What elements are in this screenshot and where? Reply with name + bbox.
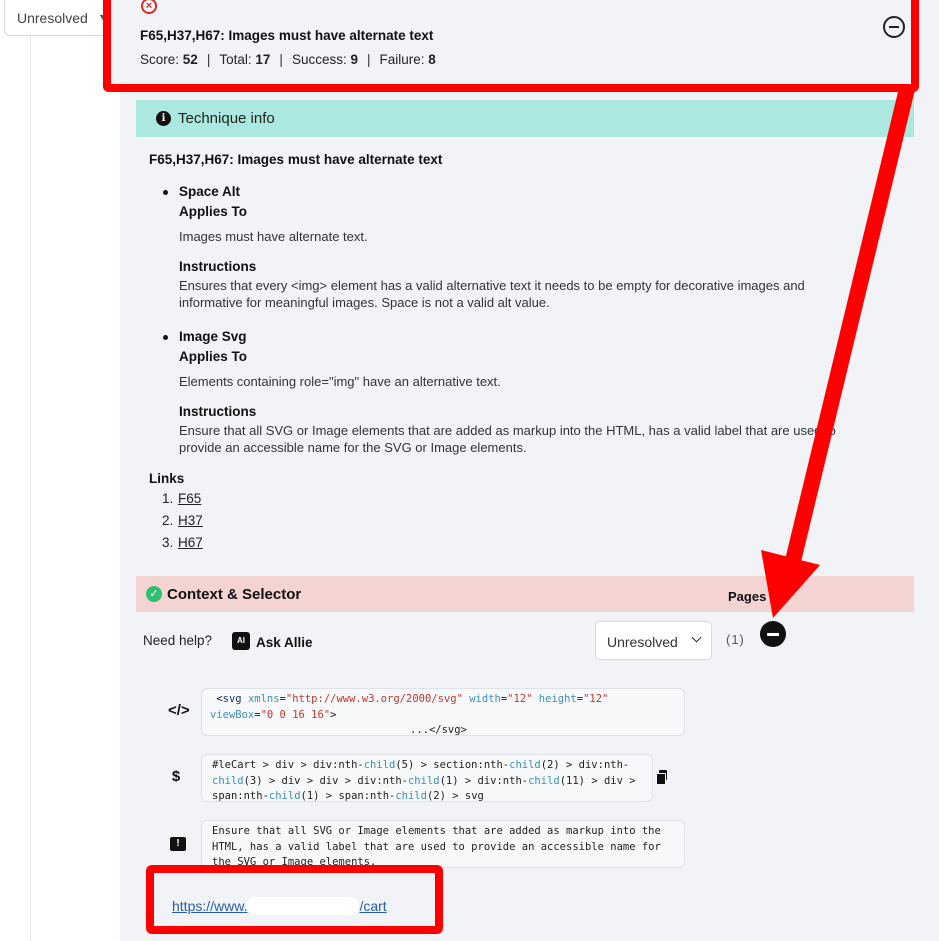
selector-keyword: child <box>268 790 301 802</box>
instructions-text: Ensure that all SVG or Image elements th… <box>179 423 836 455</box>
selector-text: (5) > section:nth- <box>395 759 510 771</box>
top-status-value: Unresolved <box>17 10 88 26</box>
applies-heading: Applies To <box>179 349 248 364</box>
page-url-link[interactable]: https://www. /cart <box>172 897 387 915</box>
check-circle-icon: ✓ <box>146 586 162 602</box>
technique-info-bar: i Technique info <box>136 100 914 137</box>
instructions-heading: Instructions <box>179 259 257 274</box>
minus-circle-icon[interactable] <box>883 16 905 38</box>
link-item: 3. H67 <box>162 534 203 556</box>
page-url-highlight: https://www. /cart <box>146 865 443 934</box>
url-suffix: /cart <box>359 898 387 914</box>
pages-label: Pages <box>728 589 767 604</box>
score-value: 52 <box>182 52 198 67</box>
ask-allie-button[interactable]: Ask Allie <box>256 635 313 650</box>
rule-name: Image Svg <box>179 329 247 344</box>
message-alert-icon: ! <box>170 837 186 851</box>
total-label: Total: <box>219 52 252 67</box>
technique-info-label: Technique info <box>178 110 275 127</box>
selector-text: (2) > svg <box>426 790 484 802</box>
selector-text: (2) > div:nth- <box>540 759 630 771</box>
link-h37[interactable]: H37 <box>178 513 203 528</box>
instructions-heading: Instructions <box>179 404 257 419</box>
selector-text: (3) > div > div > div:nth- <box>243 774 408 787</box>
css-selector[interactable]: #leCart > div > div:nth-child(5) > secti… <box>201 754 653 802</box>
instructions-text: Ensures that every <img> element has a v… <box>179 278 805 310</box>
issue-title: F65,H37,H67: Images must have alternate … <box>140 28 434 43</box>
total-value: 17 <box>255 52 271 67</box>
html-snippet[interactable]: <svg xmlns="http://www.w3.org/2000/svg" … <box>201 688 685 736</box>
page-count: (1) <box>726 632 745 647</box>
links-heading: Links <box>149 471 185 486</box>
context-selector-label: Context & Selector <box>167 586 302 603</box>
code-icon: </> <box>168 702 190 719</box>
redaction-block <box>247 897 360 915</box>
link-number: 2. <box>162 513 174 528</box>
selector-keyword: child <box>528 774 560 787</box>
failure-label: Failure: <box>379 52 425 67</box>
selector-keyword: child <box>212 774 244 787</box>
side-divider <box>30 36 31 941</box>
link-item: 2. H37 <box>162 512 203 534</box>
applies-text: Images must have alternate text. <box>179 229 368 244</box>
selector-text: #leCart > div > div:nth- <box>212 759 364 771</box>
snippet-attr: height <box>538 693 577 705</box>
selector-keyword: child <box>509 759 541 771</box>
need-help-label: Need help? <box>143 633 213 648</box>
url-prefix: https://www. <box>172 898 248 914</box>
snippet-val: "12" <box>507 693 533 705</box>
link-item: 1. F65 <box>162 490 203 512</box>
link-number: 3. <box>162 535 174 550</box>
snippet-val: "12" <box>583 693 609 705</box>
selector-keyword: child <box>363 759 396 771</box>
success-label: Success: <box>291 52 347 67</box>
top-status-dropdown[interactable]: Unresolved ▼ <box>4 0 118 36</box>
issue-message: Ensure that all SVG or Image elements th… <box>201 820 685 868</box>
collapse-pages-button[interactable] <box>760 621 786 647</box>
snippet-tag: svg <box>222 693 242 705</box>
issue-stats: Score: 52 | Total: 17 | Success: 9 | Failure: … <box>140 52 436 67</box>
applies-text: Elements containing role="img" have an a… <box>179 374 501 389</box>
link-number: 1. <box>162 491 174 506</box>
context-selector-bar: ✓ Context & Selector Pages <box>136 576 914 612</box>
chevron-down-icon <box>691 632 702 643</box>
rule-name: Space Alt <box>179 184 241 199</box>
snippet-attr: viewBox <box>210 708 255 721</box>
selector-text: (1) > span:nth- <box>300 790 396 802</box>
links-list: 1. F65 2. H37 3. H67 <box>162 490 203 556</box>
ai-chip-icon[interactable]: AI <box>232 632 250 650</box>
selector-keyword: child <box>395 790 427 802</box>
error-circle-icon: × <box>141 0 157 14</box>
snippet-attr: width <box>469 693 501 705</box>
success-value: 9 <box>350 52 358 67</box>
applies-heading: Applies To <box>179 204 248 219</box>
bullet-icon <box>163 335 168 340</box>
selector-text: (1) > div:nth- <box>439 774 529 787</box>
bullet-icon <box>163 190 168 195</box>
issue-header[interactable]: × F65,H37,H67: Images must have alternat… <box>103 0 919 92</box>
status-dropdown[interactable]: Unresolved <box>595 621 712 660</box>
score-label: Score: <box>140 52 180 67</box>
status-value: Unresolved <box>607 634 678 650</box>
snippet-close: ...</svg> <box>410 724 467 736</box>
selector-keyword: child <box>407 774 440 787</box>
copy-icon[interactable] <box>656 770 668 785</box>
snippet-val: "http://www.w3.org/2000/svg" <box>285 693 463 705</box>
snippet-val: "0 0 16 16" <box>260 708 331 721</box>
snippet-attr: xmlns <box>247 693 280 705</box>
link-h67[interactable]: H67 <box>178 535 203 550</box>
dollar-icon: $ <box>171 768 181 785</box>
info-icon: i <box>156 111 171 126</box>
failure-value: 8 <box>428 52 436 67</box>
technique-title: F65,H37,H67: Images must have alternate … <box>149 152 443 167</box>
link-f65[interactable]: F65 <box>178 491 201 506</box>
